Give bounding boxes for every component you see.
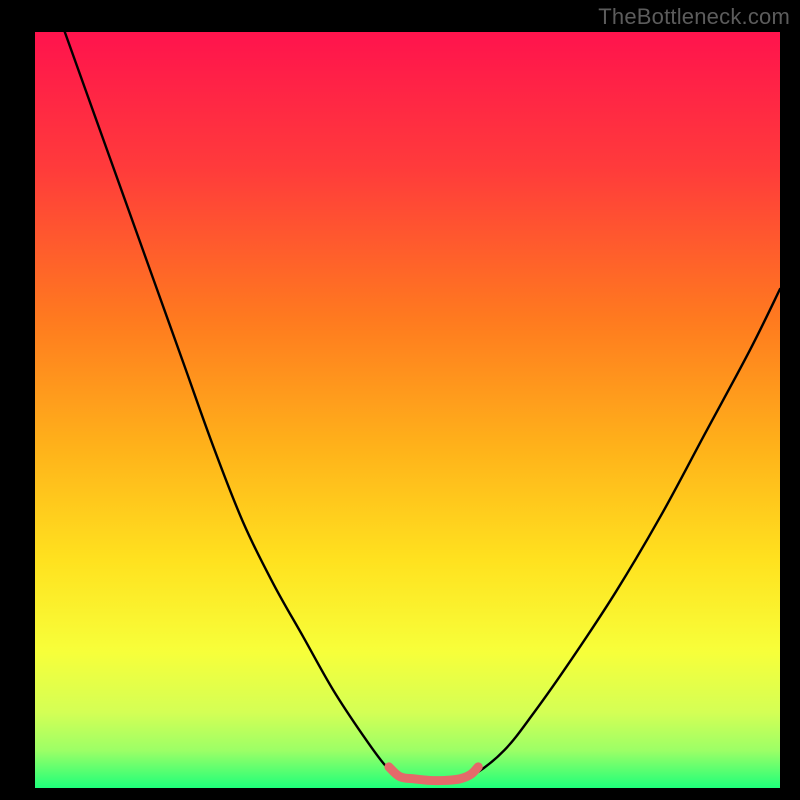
plot-area bbox=[35, 32, 780, 788]
bottleneck-curve-chart bbox=[35, 32, 780, 788]
watermark-text: TheBottleneck.com bbox=[598, 4, 790, 30]
gradient-background bbox=[35, 32, 780, 788]
chart-frame: TheBottleneck.com bbox=[0, 0, 800, 800]
